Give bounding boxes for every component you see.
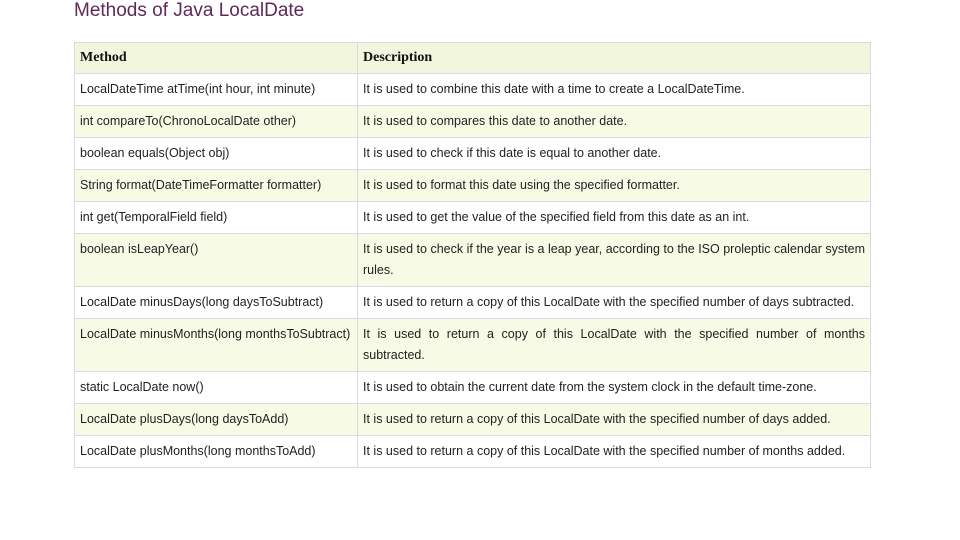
table-row: int get(TemporalField field) It is used … (74, 201, 871, 234)
method-cell: LocalDate minusDays(long daysToSubtract) (74, 286, 358, 319)
description-cell: It is used to return a copy of this Loca… (357, 318, 871, 372)
table-row: LocalDate plusMonths(long monthsToAdd) I… (74, 435, 871, 468)
table-row: int compareTo(ChronoLocalDate other) It … (74, 105, 871, 138)
description-cell: It is used to return a copy of this Loca… (357, 286, 871, 319)
table-row: boolean isLeapYear() It is used to check… (74, 233, 871, 287)
table-row: String format(DateTimeFormatter formatte… (74, 169, 871, 202)
method-cell: LocalDate plusDays(long daysToAdd) (74, 403, 358, 436)
method-cell: String format(DateTimeFormatter formatte… (74, 169, 358, 202)
description-cell: It is used to compares this date to anot… (357, 105, 871, 138)
column-header-method: Method (74, 42, 358, 74)
description-cell: It is used to check if the year is a lea… (357, 233, 871, 287)
method-cell: boolean equals(Object obj) (74, 137, 358, 170)
description-cell: It is used to format this date using the… (357, 169, 871, 202)
methods-table: Method Description LocalDateTime atTime(… (74, 42, 871, 468)
method-cell: LocalDateTime atTime(int hour, int minut… (74, 73, 358, 106)
description-cell: It is used to get the value of the speci… (357, 201, 871, 234)
description-cell: It is used to obtain the current date fr… (357, 371, 871, 404)
method-cell: boolean isLeapYear() (74, 233, 358, 287)
table-header-row: Method Description (74, 42, 871, 74)
table-row: LocalDate minusMonths(long monthsToSubtr… (74, 318, 871, 372)
description-cell: It is used to return a copy of this Loca… (357, 435, 871, 468)
page-title: Methods of Java LocalDate (74, 0, 305, 21)
method-cell: LocalDate plusMonths(long monthsToAdd) (74, 435, 358, 468)
column-header-description: Description (357, 42, 871, 74)
table-row: boolean equals(Object obj) It is used to… (74, 137, 871, 170)
table-row: static LocalDate now() It is used to obt… (74, 371, 871, 404)
method-cell: static LocalDate now() (74, 371, 358, 404)
table-row: LocalDateTime atTime(int hour, int minut… (74, 73, 871, 106)
table-row: LocalDate plusDays(long daysToAdd) It is… (74, 403, 871, 436)
table-row: LocalDate minusDays(long daysToSubtract)… (74, 286, 871, 319)
method-cell: int compareTo(ChronoLocalDate other) (74, 105, 358, 138)
description-cell: It is used to check if this date is equa… (357, 137, 871, 170)
description-cell: It is used to return a copy of this Loca… (357, 403, 871, 436)
description-cell: It is used to combine this date with a t… (357, 73, 871, 106)
method-cell: int get(TemporalField field) (74, 201, 358, 234)
method-cell: LocalDate minusMonths(long monthsToSubtr… (74, 318, 358, 372)
